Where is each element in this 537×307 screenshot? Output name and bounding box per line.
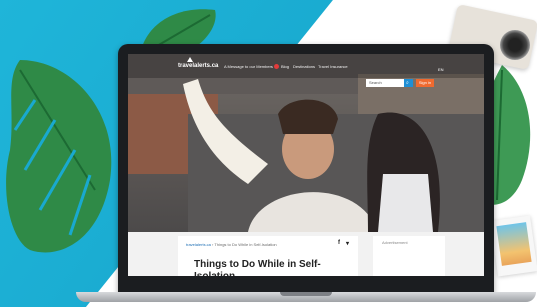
advertisement-label: Advertisement [382,240,408,245]
breadcrumb: travelalerts.ca › Things to Do While in … [186,242,277,247]
site-logo[interactable]: travelalerts.ca [178,63,218,69]
nav-item-message[interactable]: A Message to our Members [224,64,273,69]
nav-item-travel-insurance[interactable]: Travel Insurance [318,64,348,69]
signin-button[interactable]: Sign in [416,79,434,87]
twitter-icon[interactable]: ▾ [346,240,349,247]
logo-mark-icon [187,57,193,62]
breadcrumb-link[interactable]: travelalerts.ca [186,242,211,247]
laptop-screen: travelalerts.ca A Message to our Members… [128,54,484,276]
search-input[interactable]: Search [366,79,404,87]
camera-lens [500,30,530,60]
nav-item-blog[interactable]: Blog [281,64,289,69]
postcard-image [496,222,532,266]
search-button[interactable]: ⌕ [404,79,413,87]
article-title: Things to Do While in Self-Isolation [194,259,321,276]
breadcrumb-current: Things to Do While in Self-Isolation [214,242,277,247]
hero-photo: travelalerts.ca A Message to our Members… [128,54,484,232]
language-switch[interactable]: EN [438,67,444,72]
nav-item-destinations[interactable]: Destinations [293,64,315,69]
facebook-icon[interactable]: f [338,240,340,246]
monstera-leaf-left [6,60,112,253]
canada-flag-icon [274,64,279,69]
search-icon: ⌕ [406,80,409,86]
laptop-base-notch [280,292,332,296]
